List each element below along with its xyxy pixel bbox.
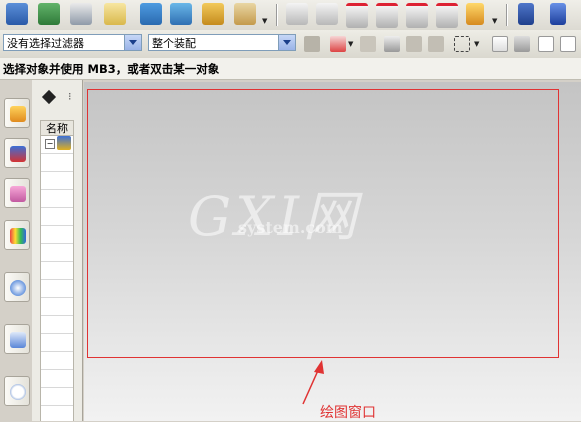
resource-bar <box>0 80 33 421</box>
column-header-name[interactable]: 名称 <box>40 120 74 136</box>
cut-e-icon[interactable] <box>436 3 458 28</box>
selection-scope-value: 整个装配 <box>152 37 196 50</box>
navigator-list: − <box>40 136 74 421</box>
layer-icon[interactable] <box>518 3 534 25</box>
component-icon[interactable] <box>70 3 92 25</box>
main-toolbar: ▼ ▼ <box>0 0 581 31</box>
history-tab[interactable] <box>4 324 30 354</box>
tree-collapse-icon[interactable]: − <box>45 139 55 149</box>
drawing-window-label: 绘图窗口 <box>320 405 376 421</box>
web-browser-tab[interactable] <box>4 272 30 302</box>
selection-scope-select[interactable]: 整个装配 <box>148 34 296 51</box>
line-point-icon[interactable] <box>538 36 554 52</box>
constraint-navigator-icon <box>10 186 26 202</box>
dropdown-arrow-icon[interactable]: ▼ <box>492 17 497 25</box>
snap-settings-icon[interactable] <box>514 36 530 52</box>
constraint-navigator-tab[interactable] <box>4 178 30 208</box>
toolbar-separator <box>276 4 278 26</box>
status-prompt: 选择对象并使用 MB3，或者双击某一对象 <box>0 58 581 80</box>
cut-c-icon[interactable] <box>376 3 398 28</box>
drawing-window-highlight <box>87 89 559 358</box>
tube-icon[interactable] <box>286 3 308 25</box>
line-point-alt-icon[interactable] <box>560 36 576 52</box>
part-navigator-icon <box>10 106 26 122</box>
select-edge-icon[interactable] <box>406 36 422 52</box>
select-general-icon[interactable] <box>304 36 320 52</box>
type-filter-select[interactable]: 没有选择过滤器 <box>3 34 142 51</box>
cut-d-icon[interactable] <box>406 3 428 28</box>
key-icon[interactable] <box>104 3 126 25</box>
type-filter-value: 没有选择过滤器 <box>7 37 84 50</box>
reuse-library-tab[interactable] <box>4 220 30 250</box>
snap-points-icon[interactable] <box>492 36 508 52</box>
measure-icon[interactable] <box>466 3 484 25</box>
replace-component-icon[interactable] <box>202 3 224 25</box>
select-chain-icon[interactable] <box>428 36 444 52</box>
chevron-down-icon[interactable] <box>278 35 295 50</box>
wave-icon[interactable] <box>234 3 256 25</box>
cut-b-icon[interactable] <box>346 3 368 28</box>
rectangle-select-icon[interactable] <box>454 36 470 52</box>
clock-tab[interactable] <box>4 376 30 406</box>
panel-menu-icon[interactable]: ⁝ <box>68 90 72 103</box>
selection-bar: 没有选择过滤器 整个装配 ▼ ▼ <box>0 30 581 59</box>
dropdown-arrow-icon[interactable]: ▼ <box>474 40 479 48</box>
cut-a-icon[interactable] <box>316 3 338 25</box>
part-navigator-tab[interactable] <box>4 98 30 128</box>
reuse-library-icon <box>10 228 26 244</box>
mate-icon[interactable] <box>170 3 192 25</box>
pen-icon[interactable] <box>550 3 566 25</box>
select-face-icon[interactable] <box>330 36 346 52</box>
add-component-icon[interactable] <box>140 3 162 25</box>
select-body-icon[interactable] <box>384 36 400 52</box>
assembly-navigator-tab[interactable] <box>4 138 30 168</box>
assembly-navigator-icon[interactable] <box>6 3 28 25</box>
dropdown-arrow-icon[interactable]: ▼ <box>262 17 267 25</box>
assembly-icon[interactable] <box>38 3 60 25</box>
chevron-down-icon[interactable] <box>124 35 141 50</box>
toolbar-separator <box>506 4 508 26</box>
pin-icon[interactable] <box>41 89 57 105</box>
undo-icon[interactable] <box>360 36 376 52</box>
assembly-navigator-panel: ⁝ 名称 − <box>32 80 83 421</box>
assembly-node-icon[interactable] <box>57 136 71 150</box>
dropdown-arrow-icon[interactable]: ▼ <box>348 40 353 48</box>
clock-icon <box>10 384 26 400</box>
web-browser-icon <box>10 280 26 296</box>
history-icon <box>10 332 26 348</box>
assembly-navigator-icon <box>10 146 26 162</box>
